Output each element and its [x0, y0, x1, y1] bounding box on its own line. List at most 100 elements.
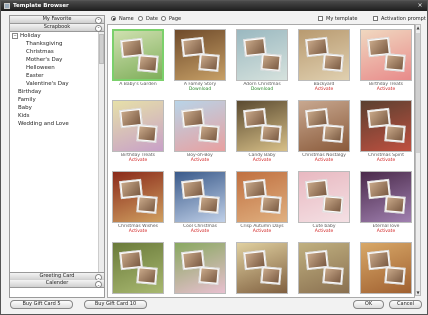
close-icon[interactable]: ×: [416, 2, 424, 10]
template-tile[interactable]: [358, 240, 414, 297]
tree-item-easter[interactable]: Easter: [26, 72, 44, 80]
photo-frame: [322, 53, 344, 72]
photo-frame: [198, 124, 220, 143]
tree-item-baby[interactable]: Baby: [18, 104, 32, 112]
tree-item-label: Birthday: [18, 89, 42, 95]
template-thumbnail[interactable]: [298, 29, 350, 81]
template-tile[interactable]: Christmas Nostalgy Activate: [296, 98, 352, 167]
template-tile[interactable]: Cute baby Activate: [296, 169, 352, 238]
photo-frame: [136, 266, 158, 285]
template-tile[interactable]: Candy Baby Activate: [234, 98, 290, 167]
template-tile[interactable]: [234, 240, 290, 297]
template-thumbnail[interactable]: [298, 100, 350, 152]
template-thumbnail[interactable]: [360, 100, 412, 152]
template-status[interactable]: Activate: [172, 229, 228, 234]
template-thumbnail[interactable]: [174, 100, 226, 152]
tree-item-mothers-day[interactable]: Mother's Day: [26, 56, 62, 64]
template-thumbnail[interactable]: [236, 171, 288, 223]
tree-item-holiday[interactable]: − Holiday: [12, 32, 41, 40]
template-tile[interactable]: Christmas Wishes Activate: [110, 169, 166, 238]
tree-item-label: Mother's Day: [26, 57, 63, 63]
buy-gift-card-5-button[interactable]: Buy Gift Card 5: [10, 300, 73, 309]
template-tile[interactable]: Eternal love Activate: [358, 169, 414, 238]
category-my-favorite[interactable]: My Favorite ⌃: [10, 16, 104, 24]
template-thumbnail[interactable]: [236, 100, 288, 152]
tree-item-valentines-day[interactable]: Valentine's Day: [26, 80, 69, 88]
tree-item-thanksgiving[interactable]: Thanksgiving: [26, 40, 63, 48]
tree-item-christmas[interactable]: Christmas: [26, 48, 54, 56]
template-status[interactable]: Activate: [234, 158, 290, 163]
template-tile[interactable]: Birthday Treats Activate: [358, 27, 414, 96]
template-status[interactable]: Activate: [172, 158, 228, 163]
scroll-up-icon[interactable]: ▲: [416, 25, 420, 30]
template-browser-window: Template Browser × My Favorite ⌃ Scrapbo…: [0, 0, 428, 315]
template-tile[interactable]: A Baby's Garden: [110, 27, 166, 96]
cancel-button[interactable]: Cancel: [389, 300, 422, 309]
chevron-up-icon[interactable]: ⌃: [95, 16, 102, 24]
template-tile[interactable]: Cool Christmas Activate: [172, 169, 228, 238]
template-thumbnail[interactable]: [360, 242, 412, 294]
scrollbar-thumb[interactable]: [99, 34, 104, 64]
template-tile[interactable]: [296, 240, 352, 297]
template-thumbnail[interactable]: [236, 242, 288, 294]
template-status[interactable]: Activate: [358, 158, 414, 163]
scrollbar-thumb[interactable]: [416, 33, 420, 153]
chevron-down-icon[interactable]: ⌄: [95, 280, 102, 288]
sort-date-radio[interactable]: [138, 16, 143, 21]
template-thumbnail[interactable]: [236, 29, 288, 81]
chevron-up-icon[interactable]: ⌃: [95, 24, 102, 32]
template-status[interactable]: Activate: [296, 87, 352, 92]
tree-item-family[interactable]: Family: [18, 96, 36, 104]
template-status[interactable]: Download: [172, 87, 228, 92]
category-calender[interactable]: Calender ⌄: [10, 280, 104, 288]
my-template-checkbox[interactable]: [318, 16, 323, 21]
template-tile[interactable]: [110, 240, 166, 297]
sort-name-radio[interactable]: [111, 16, 116, 21]
template-thumbnail[interactable]: [360, 171, 412, 223]
template-thumbnail[interactable]: [112, 242, 164, 294]
template-status[interactable]: Download: [234, 87, 290, 92]
template-status[interactable]: Activate: [358, 87, 414, 92]
activation-prompt-checkbox[interactable]: [373, 16, 378, 21]
template-thumbnail[interactable]: [174, 242, 226, 294]
photo-frame: [260, 124, 282, 143]
template-tile[interactable]: Adorn Christmas Download: [234, 27, 290, 96]
ok-button[interactable]: OK: [353, 300, 384, 309]
tree-item-birthday[interactable]: Birthday: [18, 88, 41, 96]
tree-item-kids[interactable]: Kids: [18, 112, 30, 120]
template-status[interactable]: Activate: [110, 229, 166, 234]
buy-gift-card-10-button[interactable]: Buy Gift Card 10: [84, 300, 147, 309]
template-tile[interactable]: [172, 240, 228, 297]
tree-item-wedding-and-love[interactable]: Wedding and Love: [18, 120, 69, 128]
tree-scrollbar[interactable]: [98, 32, 104, 284]
template-status[interactable]: Activate: [358, 229, 414, 234]
template-status[interactable]: Activate: [110, 158, 166, 163]
template-thumbnail[interactable]: [298, 242, 350, 294]
template-tile[interactable]: Crisp Autumn Days Activate: [234, 169, 290, 238]
template-thumbnail[interactable]: [112, 171, 164, 223]
category-label: Greeting Card: [39, 273, 75, 279]
collapse-icon[interactable]: −: [12, 32, 18, 39]
template-status[interactable]: Activate: [234, 229, 290, 234]
template-status[interactable]: Activate: [296, 158, 352, 163]
photo-frame: [322, 124, 344, 143]
template-tile[interactable]: Birthday Treats Activate: [110, 98, 166, 167]
category-scrapbook[interactable]: Scrapbook ⌃: [10, 24, 104, 32]
scroll-down-icon[interactable]: ▼: [416, 290, 420, 295]
template-status[interactable]: Activate: [296, 229, 352, 234]
sort-page-radio[interactable]: [161, 16, 166, 21]
template-thumbnail[interactable]: [174, 171, 226, 223]
template-tile[interactable]: Boy-oh-Boy Activate: [172, 98, 228, 167]
template-thumbnail[interactable]: [360, 29, 412, 81]
photo-frame: [136, 195, 158, 214]
template-tile[interactable]: A Family Story Download: [172, 27, 228, 96]
tree-item-helloween[interactable]: Helloween: [26, 64, 55, 72]
photo-frame: [384, 266, 406, 285]
template-thumbnail[interactable]: [112, 100, 164, 152]
template-thumbnail[interactable]: [298, 171, 350, 223]
template-thumbnail[interactable]: [174, 29, 226, 81]
template-tile[interactable]: Backyard Activate: [296, 27, 352, 96]
template-thumbnail[interactable]: [112, 29, 164, 81]
grid-scrollbar[interactable]: ▲ ▼: [415, 24, 421, 296]
template-tile[interactable]: Christmas Spirit Activate: [358, 98, 414, 167]
